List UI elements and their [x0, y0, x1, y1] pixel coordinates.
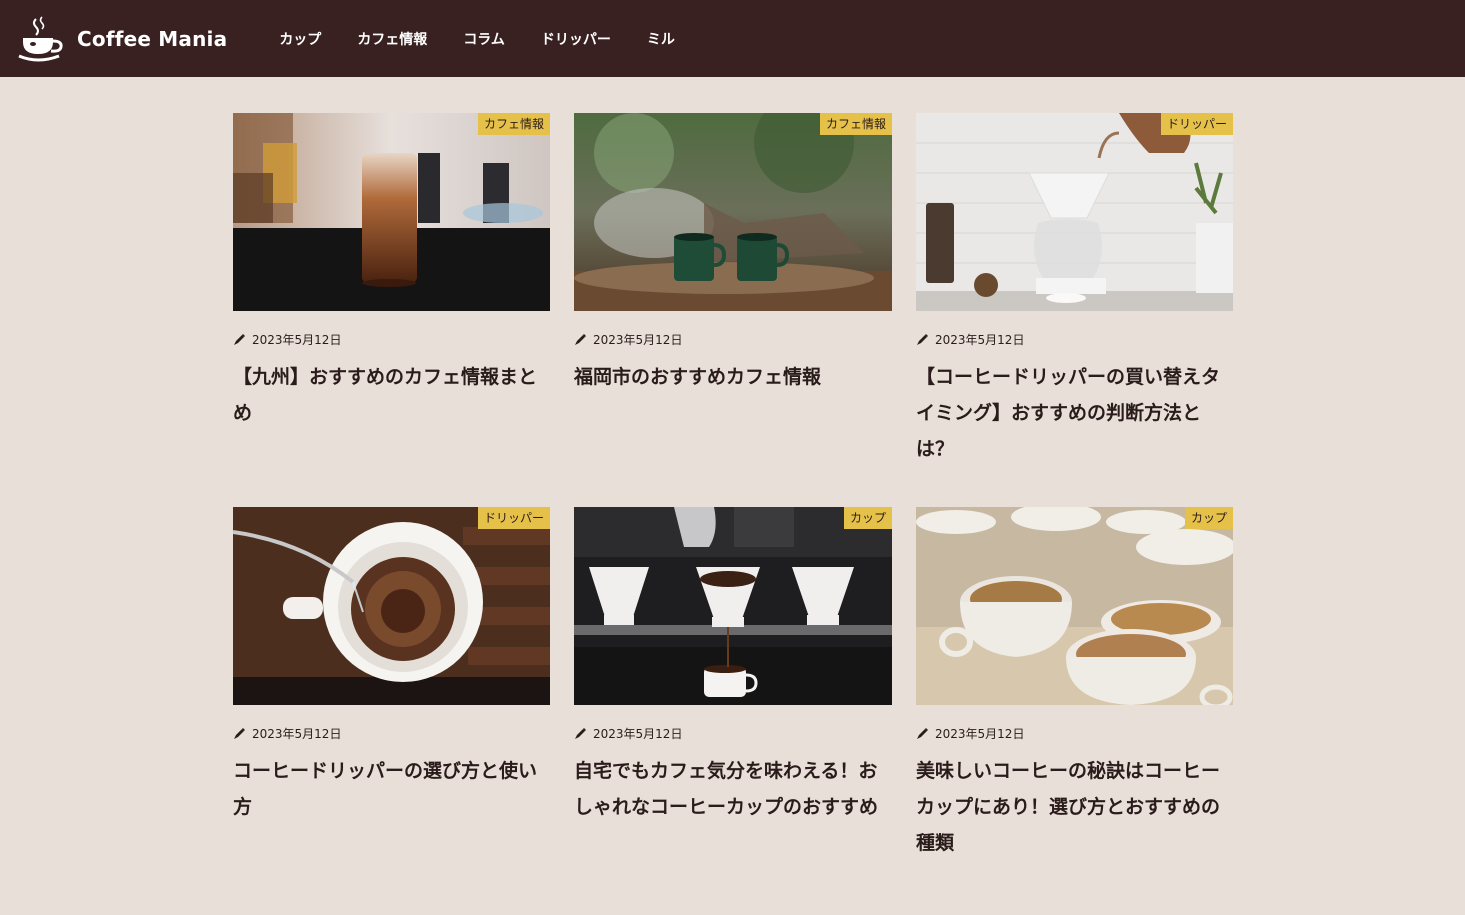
- post-date: 2023年5月12日: [252, 726, 342, 741]
- article-thumbnail[interactable]: ドリッパー: [233, 507, 550, 705]
- pen-icon: [917, 333, 928, 345]
- article-meta: 2023年5月12日: [574, 725, 892, 741]
- three-drippers-cups-image: [574, 507, 892, 705]
- article-thumbnail[interactable]: ドリッパー: [916, 113, 1233, 311]
- pen-icon: [234, 727, 245, 739]
- article-meta: 2023年5月12日: [574, 331, 892, 347]
- coffee-cup-logo-icon: [16, 15, 68, 62]
- article-title[interactable]: 自宅でもカフェ気分を味わえる！おしゃれなコーヒーカップのおすすめ: [574, 753, 892, 825]
- category-tag[interactable]: カフェ情報: [477, 113, 550, 135]
- article-title[interactable]: 【九州】おすすめのカフェ情報まとめ: [233, 359, 550, 431]
- pen-icon: [234, 333, 245, 345]
- article-card: カフェ情報 2023年5月12日 【九州】おすすめのカフェ情報まとめ: [233, 113, 550, 507]
- category-tag[interactable]: ドリッパー: [477, 507, 550, 529]
- article-meta: 2023年5月12日: [916, 331, 1233, 347]
- green-mugs-campfire-image: [574, 113, 892, 311]
- category-tag[interactable]: カップ: [843, 507, 892, 529]
- site-header: Coffee Mania カップ カフェ情報 コラム ドリッパー ミル: [0, 0, 1465, 77]
- article-meta: 2023年5月12日: [916, 725, 1233, 741]
- article-meta: 2023年5月12日: [233, 725, 550, 741]
- article-thumbnail[interactable]: カップ: [574, 507, 892, 705]
- article-title[interactable]: 【コーヒードリッパーの買い替えタイミング】おすすめの判断方法とは？: [916, 359, 1233, 467]
- article-thumbnail[interactable]: カフェ情報: [574, 113, 892, 311]
- pour-over-kettle-image: [916, 113, 1233, 311]
- article-meta: 2023年5月12日: [233, 331, 550, 347]
- article-card: ドリッパー 2023年5月12日 コーヒードリッパーの選び方と使い方: [233, 507, 550, 861]
- nav-item-column[interactable]: コラム: [463, 29, 505, 49]
- main-nav: カップ カフェ情報 コラム ドリッパー ミル: [279, 29, 711, 49]
- post-date: 2023年5月12日: [935, 726, 1025, 741]
- site-name: Coffee Mania: [77, 26, 228, 51]
- site-logo[interactable]: Coffee Mania: [16, 15, 228, 62]
- post-date: 2023年5月12日: [593, 332, 683, 347]
- iced-coffee-glass-image: [233, 113, 550, 311]
- pen-icon: [575, 333, 586, 345]
- post-date: 2023年5月12日: [252, 332, 342, 347]
- article-title[interactable]: コーヒードリッパーの選び方と使い方: [233, 753, 550, 825]
- article-card: カフェ情報 2023年5月12日 福岡市のおすすめカフェ情報: [574, 113, 892, 507]
- article-grid: カフェ情報 2023年5月12日 【九州】おすすめのカフェ情報まとめ カフェ情報…: [233, 113, 1233, 861]
- article-card: カップ 2023年5月12日 美味しいコーヒーの秘訣はコーヒーカップにあり！選び…: [916, 507, 1233, 861]
- pen-icon: [917, 727, 928, 739]
- article-thumbnail[interactable]: カップ: [916, 507, 1233, 705]
- stacked-used-cups-image: [916, 507, 1233, 705]
- article-card: カップ 2023年5月12日 自宅でもカフェ気分を味わえる！おしゃれなコーヒーカ…: [574, 507, 892, 861]
- article-thumbnail[interactable]: カフェ情報: [233, 113, 550, 311]
- nav-item-cafe-info[interactable]: カフェ情報: [357, 29, 427, 49]
- article-card: ドリッパー 2023年5月12日 【コーヒードリッパーの買い替えタイミング】おす…: [916, 113, 1233, 507]
- pen-icon: [575, 727, 586, 739]
- category-tag[interactable]: ドリッパー: [1160, 113, 1233, 135]
- filter-dripper-closeup-image: [233, 507, 550, 705]
- article-title[interactable]: 福岡市のおすすめカフェ情報: [574, 359, 892, 395]
- nav-item-cup[interactable]: カップ: [279, 29, 321, 49]
- category-tag[interactable]: カフェ情報: [819, 113, 892, 135]
- category-tag[interactable]: カップ: [1184, 507, 1233, 529]
- post-date: 2023年5月12日: [593, 726, 683, 741]
- nav-item-dripper[interactable]: ドリッパー: [541, 29, 611, 49]
- article-title[interactable]: 美味しいコーヒーの秘訣はコーヒーカップにあり！選び方とおすすめの種類: [916, 753, 1233, 861]
- post-date: 2023年5月12日: [935, 332, 1025, 347]
- nav-item-mill[interactable]: ミル: [647, 29, 675, 49]
